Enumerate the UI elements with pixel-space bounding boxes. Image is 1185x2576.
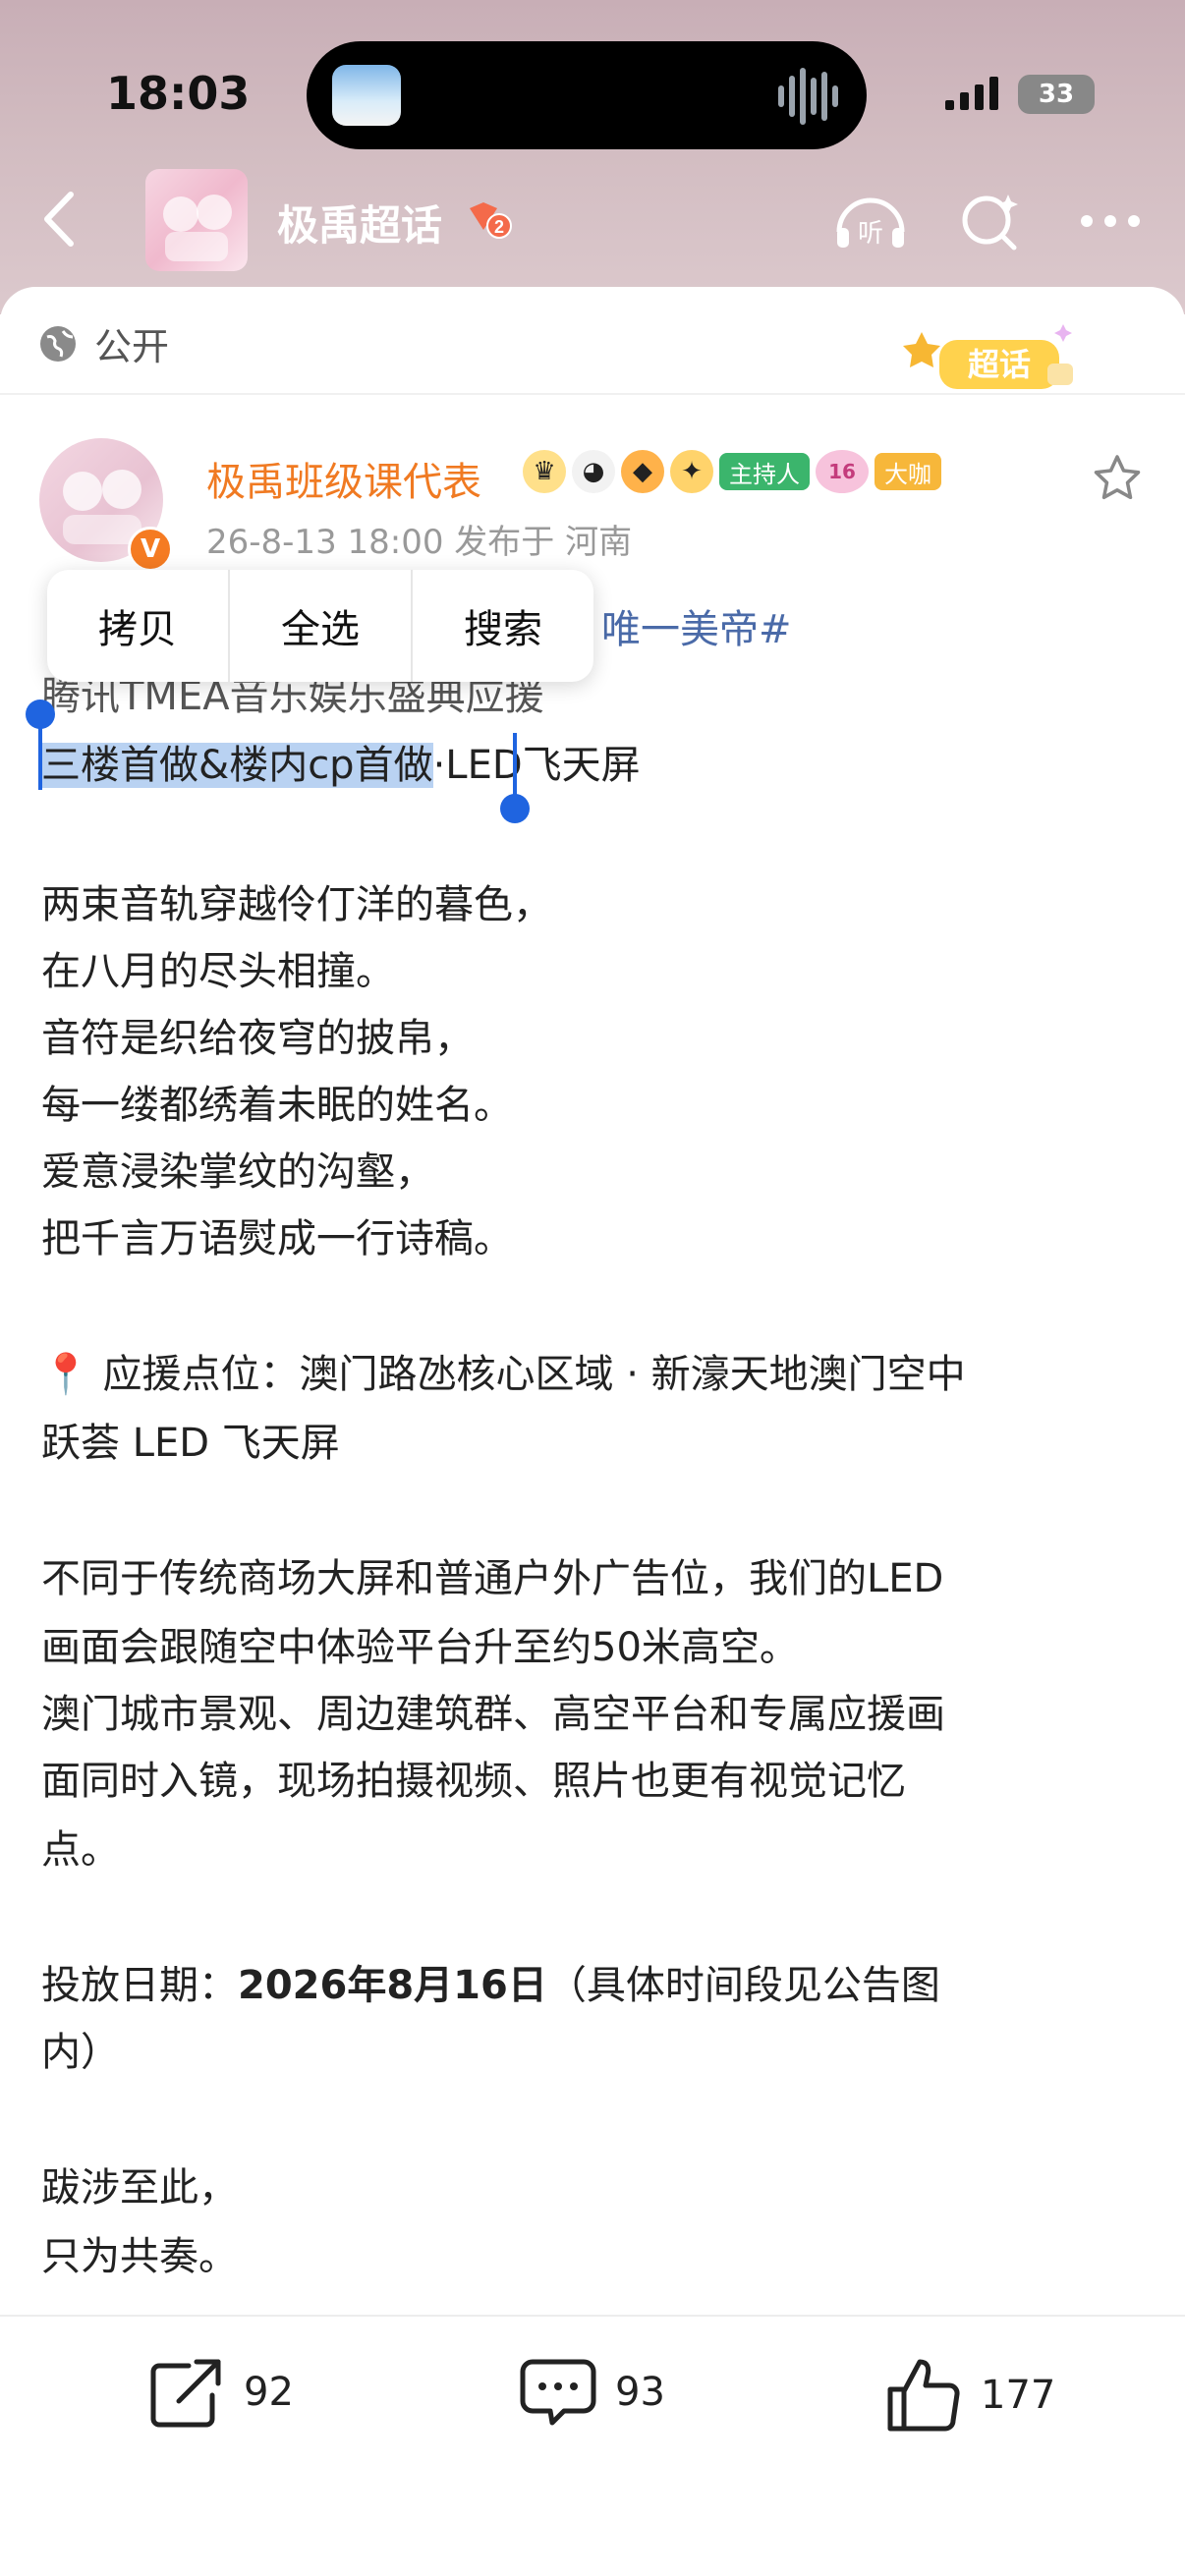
selection-end-bar [513, 733, 517, 800]
date-label: 投放日期： [41, 1963, 238, 2008]
comment-count: 93 [615, 2370, 665, 2415]
verified-badge: V [128, 527, 173, 572]
status-time: 18:03 [106, 67, 251, 120]
author-badges: ♛ ◕ ◆ ✦ 主持人 16 大咖 [523, 450, 941, 493]
description-line: 面同时入镜，现场拍摄视频、照片也更有视觉记忆 [41, 1759, 906, 1804]
fans-level-number: 16 [828, 460, 856, 483]
divider [0, 2315, 1185, 2317]
level-badge-icon: 2 [470, 202, 512, 239]
ending-line: 跋涉至此， [41, 2165, 238, 2211]
selection-start-bar [38, 723, 42, 790]
back-arrow-icon[interactable] [31, 185, 90, 253]
status-indicators: 33 [943, 75, 1095, 114]
chaohua-label: 超话 [968, 346, 1031, 383]
poem-line: 每一缕都绣着未眠的姓名。 [41, 1083, 513, 1128]
share-button[interactable]: 92 [149, 2356, 294, 2429]
selected-line-tail: ·LED飞天屏 [432, 743, 641, 788]
globe-icon [40, 325, 76, 362]
comment-button[interactable]: 93 [519, 2356, 665, 2429]
fans-level-badge: 16 [816, 450, 869, 493]
thumbs-up-icon [887, 2359, 960, 2432]
post-line-selected-row[interactable]: 三楼首做&楼内cp首做·LED飞天屏 [41, 733, 641, 790]
description-line: 不同于传统商场大屏和普通户外广告位，我们的LED [41, 1556, 944, 1601]
poem-line: 两束音轨穿越伶仃洋的暮色， [41, 882, 552, 927]
share-icon [150, 2359, 221, 2428]
poem-line: 爱意浸染掌纹的沟壑， [41, 1149, 434, 1195]
like-button[interactable]: 177 [884, 2356, 1055, 2435]
audio-wave-icon [778, 68, 838, 125]
privacy-indicator: 公开 [37, 316, 169, 370]
topic-avatar[interactable] [145, 169, 248, 271]
like-count: 177 [981, 2373, 1056, 2418]
date-line: 投放日期：2026年8月16日（具体时间段见公告图 [41, 1953, 940, 2010]
poem-line: 在八月的尽头相撞。 [41, 949, 395, 994]
host-badge: 主持人 [719, 453, 810, 490]
more-icon[interactable] [1073, 187, 1152, 255]
fish-icon: ◆ [621, 450, 664, 493]
description-line: 澳门城市景观、周边建筑群、高空平台和专属应援画 [41, 1692, 945, 1737]
selected-text[interactable]: 三楼首做&楼内cp首做 [41, 743, 433, 788]
poem-line: 音符是织给夜穹的披帛， [41, 1016, 474, 1061]
description-line: 点。 [41, 1827, 120, 1873]
topic-avatar-image [163, 195, 232, 261]
poem-line: 把千言万语熨成一行诗稿。 [41, 1216, 513, 1261]
comment-icon [520, 2359, 596, 2426]
privacy-label: 公开 [94, 325, 170, 368]
panda-icon: ◕ [572, 450, 615, 493]
selection-end-handle[interactable] [500, 794, 530, 823]
description-line: 画面会跟随空中体验平台升至约50米高空。 [41, 1625, 799, 1670]
hashtag-link[interactable]: 唯一美帝# [601, 597, 792, 654]
date-value: 2026年8月16日 [238, 1963, 547, 2008]
listen-label: 听 [858, 219, 883, 249]
search-button[interactable]: 搜索 [413, 570, 593, 682]
divider [0, 393, 1185, 395]
text-context-menu: 拷贝 全选 搜索 [47, 570, 593, 682]
author-name[interactable]: 极禹班级课代表 [206, 450, 481, 507]
date-line-2: 内） [41, 2030, 120, 2075]
select-all-button[interactable]: 全选 [230, 570, 411, 682]
ending-line: 只为共奏。 [41, 2234, 238, 2279]
date-tail: （具体时间段见公告图 [546, 1963, 940, 2008]
page-title: 极禹超话 [277, 201, 443, 250]
location-line: 📍 应援点位：澳门路氹核心区域 · 新濠天地澳门空中 [41, 1352, 966, 1397]
battery-indicator: 33 [1018, 75, 1095, 114]
share-count: 92 [244, 2370, 294, 2415]
crown-icon: ♛ [523, 450, 566, 493]
post-meta: 26-8-13 18:00 发布于 河南 [206, 523, 633, 562]
listen-icon[interactable]: 听 [831, 187, 910, 255]
star-icon[interactable] [1091, 452, 1144, 505]
copy-button[interactable]: 拷贝 [47, 570, 228, 682]
location-line: 跃荟 LED 飞天屏 [41, 1421, 340, 1466]
big-shot-badge: 大咖 [875, 453, 941, 490]
now-playing-thumbnail [332, 65, 401, 126]
level-number: 2 [494, 217, 504, 237]
host-medal-icon: ✦ [670, 450, 713, 493]
dynamic-island[interactable] [307, 41, 867, 149]
signal-icon [945, 77, 998, 110]
chaohua-badge[interactable]: 超话 [900, 314, 1087, 403]
search-icon[interactable] [951, 187, 1030, 255]
